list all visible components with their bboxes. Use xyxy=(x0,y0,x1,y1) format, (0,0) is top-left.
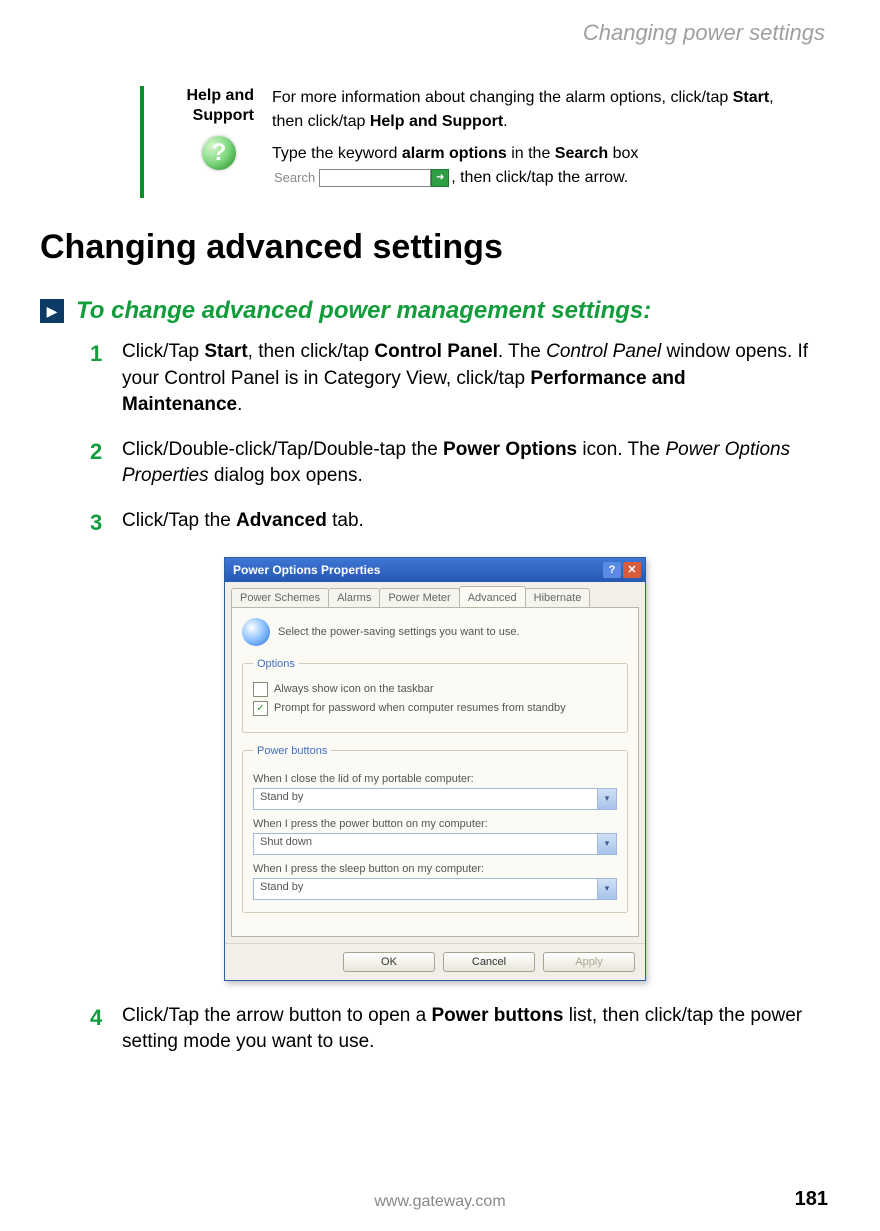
search-box-illustration: Search ➜ xyxy=(274,168,449,188)
help-paragraph-1: For more information about changing the … xyxy=(272,86,790,134)
step-body: Click/Tap the Advanced tab. xyxy=(122,508,810,539)
checkbox-icon[interactable]: ✓ xyxy=(253,701,268,716)
help-support-box: Help and Support ? For more information … xyxy=(140,86,790,198)
lid-close-label: When I close the lid of my portable comp… xyxy=(253,773,617,785)
search-input[interactable] xyxy=(319,169,431,187)
cancel-button[interactable]: Cancel xyxy=(443,952,535,972)
checkbox-label: Always show icon on the taskbar xyxy=(274,683,434,695)
power-options-dialog: Power Options Properties ? ✕ Power Schem… xyxy=(224,557,646,981)
sleep-button-value: Stand by xyxy=(254,879,597,899)
help-left-column: Help and Support ? xyxy=(162,86,272,198)
apply-button[interactable]: Apply xyxy=(543,952,635,972)
chevron-down-icon[interactable]: ▾ xyxy=(597,834,616,854)
dialog-titlebar[interactable]: Power Options Properties ? ✕ xyxy=(225,558,645,582)
checkbox-prompt-password[interactable]: ✓ Prompt for password when computer resu… xyxy=(253,701,617,716)
dialog-button-row: OK Cancel Apply xyxy=(225,943,645,980)
help-text: For more information about changing the … xyxy=(272,86,790,198)
manual-page: Changing power settings Help and Support… xyxy=(0,0,880,1231)
tab-power-schemes[interactable]: Power Schemes xyxy=(231,588,329,607)
search-label: Search xyxy=(274,168,315,188)
power-buttons-group: Power buttons When I close the lid of my… xyxy=(242,745,628,913)
page-footer: www.gateway.com 181 xyxy=(0,1193,880,1211)
dialog-title: Power Options Properties xyxy=(233,563,380,577)
help-icon: ? xyxy=(202,136,236,170)
step-1: 1 Click/Tap Start, then click/tap Contro… xyxy=(90,339,810,419)
running-head: Changing power settings xyxy=(40,20,825,46)
step-number: 2 xyxy=(90,437,122,490)
procedure-heading: ▶ To change advanced power management se… xyxy=(40,297,830,325)
power-buttons-legend: Power buttons xyxy=(253,745,331,757)
lid-close-value: Stand by xyxy=(254,789,597,809)
titlebar-close-button[interactable]: ✕ xyxy=(623,562,641,578)
lid-close-select[interactable]: Stand by ▾ xyxy=(253,788,617,810)
help-label: Help and Support xyxy=(162,86,272,126)
arrow-glyph: ▶ xyxy=(47,303,58,320)
dialog-tabstrip: Power Schemes Alarms Power Meter Advance… xyxy=(225,582,645,607)
checkbox-show-icon[interactable]: Always show icon on the taskbar xyxy=(253,682,617,697)
options-group: Options Always show icon on the taskbar … xyxy=(242,658,628,733)
search-go-icon[interactable]: ➜ xyxy=(431,169,449,187)
sleep-button-label: When I press the sleep button on my comp… xyxy=(253,863,617,875)
titlebar-help-button[interactable]: ? xyxy=(603,562,621,578)
tab-power-meter[interactable]: Power Meter xyxy=(379,588,459,607)
power-button-label: When I press the power button on my comp… xyxy=(253,818,617,830)
tab-advanced[interactable]: Advanced xyxy=(459,586,526,607)
help-label-line1: Help and xyxy=(186,87,254,104)
checkbox-icon[interactable] xyxy=(253,682,268,697)
sleep-button-select[interactable]: Stand by ▾ xyxy=(253,878,617,900)
step-number: 1 xyxy=(90,339,122,419)
step-body: Click/Tap the arrow button to open a Pow… xyxy=(122,1003,810,1056)
step-3: 3 Click/Tap the Advanced tab. xyxy=(90,508,810,539)
footer-url: www.gateway.com xyxy=(374,1193,505,1211)
step-number: 3 xyxy=(90,508,122,539)
help-paragraph-2: Type the keyword alarm options in the Se… xyxy=(272,142,790,190)
tab-alarms[interactable]: Alarms xyxy=(328,588,380,607)
options-legend: Options xyxy=(253,658,299,670)
step-4: 4 Click/Tap the arrow button to open a P… xyxy=(90,1003,810,1056)
procedure-arrow-icon: ▶ xyxy=(40,299,64,323)
procedure-steps: 1 Click/Tap Start, then click/tap Contro… xyxy=(90,339,810,539)
step-body: Click/Tap Start, then click/tap Control … xyxy=(122,339,810,419)
help-label-line2: Support xyxy=(193,107,254,124)
checkbox-label: Prompt for password when computer resume… xyxy=(274,702,566,714)
chevron-down-icon[interactable]: ▾ xyxy=(597,789,616,809)
step-2: 2 Click/Double-click/Tap/Double-tap the … xyxy=(90,437,810,490)
dialog-illustration: Power Options Properties ? ✕ Power Schem… xyxy=(40,557,830,981)
tab-panel-advanced: Select the power-saving settings you wan… xyxy=(231,607,639,937)
panel-instruction-text: Select the power-saving settings you wan… xyxy=(278,626,520,638)
power-button-value: Shut down xyxy=(254,834,597,854)
step-number: 4 xyxy=(90,1003,122,1056)
section-heading: Changing advanced settings xyxy=(40,228,830,267)
ok-button[interactable]: OK xyxy=(343,952,435,972)
procedure-steps-continued: 4 Click/Tap the arrow button to open a P… xyxy=(90,1003,810,1056)
battery-icon xyxy=(242,618,270,646)
page-number: 181 xyxy=(795,1188,828,1211)
tab-hibernate[interactable]: Hibernate xyxy=(525,588,591,607)
panel-instruction: Select the power-saving settings you wan… xyxy=(242,618,628,646)
step-body: Click/Double-click/Tap/Double-tap the Po… xyxy=(122,437,810,490)
power-button-select[interactable]: Shut down ▾ xyxy=(253,833,617,855)
help-icon-glyph: ? xyxy=(212,139,227,167)
chevron-down-icon[interactable]: ▾ xyxy=(597,879,616,899)
procedure-title: To change advanced power management sett… xyxy=(76,297,651,325)
